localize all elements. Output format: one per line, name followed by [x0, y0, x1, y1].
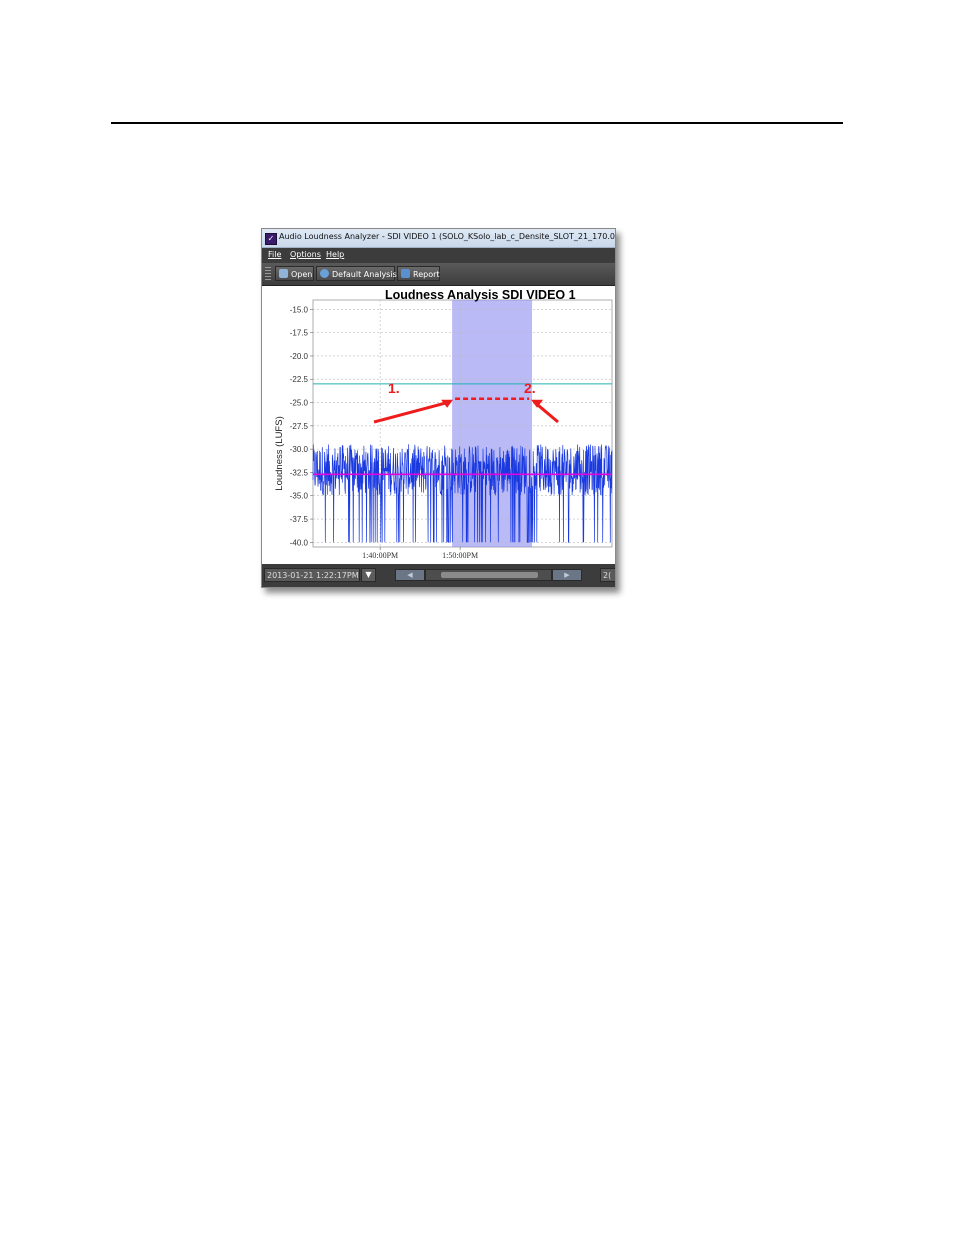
open-button-label: Open — [291, 270, 313, 279]
menu-bar: File Options Help — [262, 248, 615, 263]
chart-title: Loudness Analysis SDI VIDEO 1 — [385, 288, 576, 302]
scroll-thumb[interactable] — [441, 572, 538, 578]
y-tick-label: -30.0 — [290, 445, 309, 454]
toolbar-grip-icon[interactable] — [265, 267, 271, 281]
y-tick-label: -40.0 — [290, 538, 309, 547]
scroll-left-button[interactable]: ◀ — [395, 569, 425, 581]
menu-options[interactable]: Options — [290, 250, 321, 259]
title-bar: ✓ Audio Loudness Analyzer - SDI VIDEO 1 … — [262, 229, 615, 248]
scroll-right-button[interactable]: ▶ — [552, 569, 582, 581]
menu-help[interactable]: Help — [326, 250, 344, 259]
app-icon: ✓ — [265, 233, 277, 245]
annotation-label-1: 1. — [388, 380, 400, 396]
status-bar: 2013-01-21 1:22:17PM ▼ ◀ ▶ 2( — [262, 564, 615, 587]
y-tick-label: -32.5 — [290, 468, 309, 477]
toolbar: Open Default Analysis Report — [262, 263, 615, 286]
y-tick-label: -15.0 — [290, 305, 309, 314]
app-window: ✓ Audio Loudness Analyzer - SDI VIDEO 1 … — [261, 228, 616, 588]
open-button[interactable]: Open — [275, 266, 314, 281]
y-axis-label: Loudness (LUFS) — [274, 416, 285, 490]
report-button[interactable]: Report — [397, 266, 440, 281]
y-tick-label: -35.0 — [290, 492, 309, 501]
end-time-field[interactable]: 2( — [600, 568, 615, 582]
window-title: Audio Loudness Analyzer - SDI VIDEO 1 (S… — [279, 232, 616, 241]
default-analysis-button[interactable]: Default Analysis — [316, 266, 397, 281]
y-tick-label: -17.5 — [290, 329, 309, 338]
page-header-rule — [111, 122, 843, 124]
start-time-field[interactable]: 2013-01-21 1:22:17PM — [264, 568, 360, 582]
default-analysis-label: Default Analysis — [332, 270, 397, 279]
menu-file[interactable]: File — [268, 250, 281, 259]
y-tick-label: -20.0 — [290, 352, 309, 361]
open-folder-icon — [279, 269, 288, 278]
y-tick-label: -27.5 — [290, 422, 309, 431]
y-tick-label: -25.0 — [290, 399, 309, 408]
report-check-icon — [401, 269, 410, 278]
chart-panel: -15.0 -17.5 -20.0 -22.5 -25.0 -27.5 -30.0 -32.5… — [262, 286, 615, 564]
x-tick-label: 1:50:00PM — [442, 551, 478, 560]
report-button-label: Report — [413, 270, 440, 279]
x-tick-label: 1:40:00PM — [362, 551, 398, 560]
y-tick-label: -37.5 — [290, 515, 309, 524]
time-scrollbar[interactable] — [425, 569, 552, 581]
y-tick-label: -22.5 — [290, 375, 309, 384]
annotation-label-2: 2. — [524, 380, 536, 396]
loudness-chart[interactable]: -15.0 -17.5 -20.0 -22.5 -25.0 -27.5 -30.0 -32.5… — [262, 286, 615, 564]
refresh-icon — [320, 269, 329, 278]
chevron-down-icon[interactable]: ▼ — [361, 568, 376, 582]
